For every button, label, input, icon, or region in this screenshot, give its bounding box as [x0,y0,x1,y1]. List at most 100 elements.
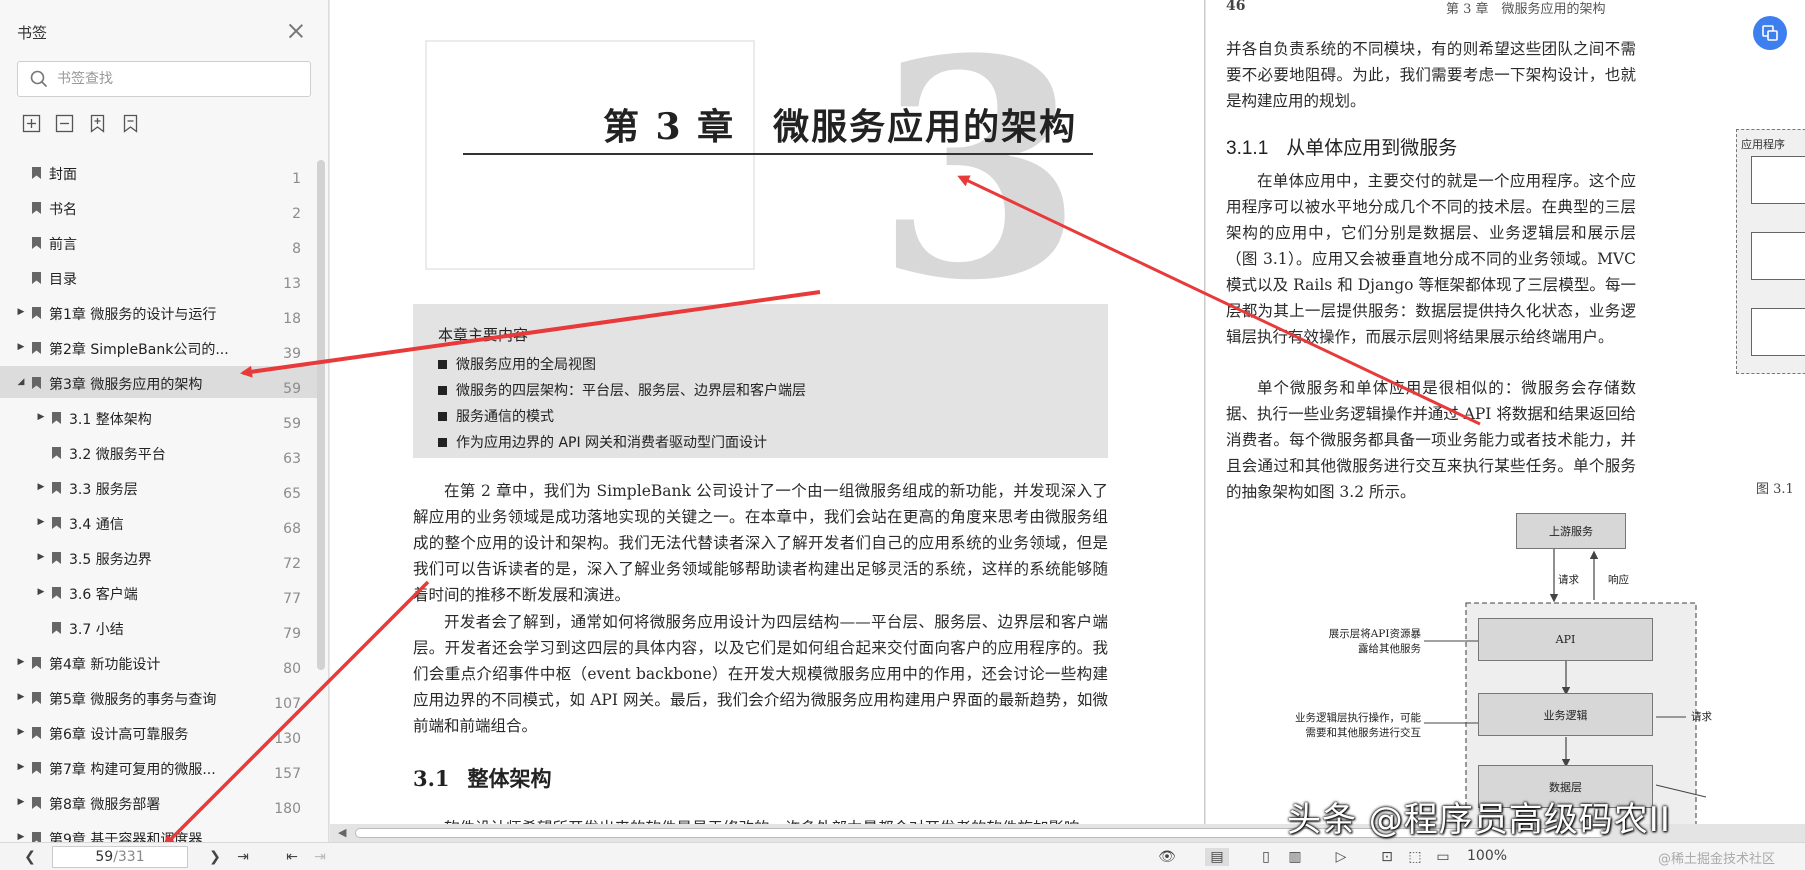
chapter-number-decoration: 3 [875,0,1084,346]
expand-arrow-icon[interactable]: ▶ [16,797,26,807]
scroll-left-icon[interactable]: ◀ [338,826,346,839]
expand-arrow-icon[interactable]: ▶ [16,307,26,317]
bookmark-label: 第6章 设计高可靠服务 [49,727,189,743]
expand-arrow-icon[interactable]: ▶ [36,412,46,422]
single-page-icon[interactable]: ▤ [1205,848,1229,866]
bookmark-label: 3.1 整体架构 [69,412,152,428]
back-icon[interactable]: ⇤ [282,848,302,866]
bookmark-item[interactable]: ▶ 第1章 微服务的设计与运行 18 [0,296,318,328]
delete-bookmark-icon[interactable] [121,114,140,133]
expand-arrow-icon[interactable]: ▶ [36,482,46,492]
bookmark-icon [32,202,41,214]
bookmark-page-number: 13 [283,276,301,292]
expand-arrow-icon[interactable]: ▶ [16,657,26,667]
bookmark-page-number: 68 [283,521,301,537]
bookmark-page-number: 180 [274,801,301,817]
page-number-input[interactable]: 59/331 [52,846,188,868]
eye-protect-icon[interactable]: 👁 [1155,848,1179,866]
bookmark-item[interactable]: 书名 2 [0,191,318,223]
sidebar-scrollbar[interactable] [317,160,325,670]
current-page[interactable]: 59 [95,849,113,865]
bookmark-page-number: 39 [283,346,301,362]
bookmark-search-input[interactable] [57,71,287,87]
add-bookmark-icon[interactable] [88,114,107,133]
bookmark-item[interactable]: ▶ 第2章 SimpleBank公司的... 39 [0,331,318,363]
play-icon[interactable]: ▷ [1330,848,1352,866]
bookmark-item[interactable]: ▶ 3.3 服务层 65 [0,471,318,503]
chapter-summary-box: 本章主要内容 微服务应用的全局视图 微服务的四层架构：平台层、服务层、边界层和客… [413,304,1108,458]
page-right: 46 第 3 章 微服务应用的架构 并各自负责系统的不同模块，有的则希望这些团队… [1206,0,1805,830]
summary-item: 作为应用边界的 API 网关和消费者驱动型门面设计 [438,432,767,452]
bookmark-item[interactable]: ▶ 第5章 微服务的事务与查询 107 [0,681,318,713]
bookmark-toolbar [22,114,140,133]
next-page-icon[interactable]: ❯ [205,848,225,866]
last-page-icon[interactable]: ⇥ [232,848,254,866]
body-paragraph: 单个微服务和单体应用是很相似的：微服务会存储数据、执行一些业务逻辑操作并通过 A… [1226,379,1636,501]
bookmark-item[interactable]: 3.2 微服务平台 63 [0,436,318,468]
bookmark-item[interactable]: ◢ 第3章 微服务应用的架构 59 [0,366,318,398]
body-paragraph: 并各自负责系统的不同模块，有的则希望这些团队之间不需要不必要地阻碍。为此，我们需… [1226,40,1636,110]
bookmark-page-number: 8 [292,241,301,257]
bookmark-item[interactable]: ▶ 第8章 微服务部署 180 [0,786,318,818]
expand-arrow-icon[interactable]: ▶ [16,727,26,737]
summary-item: 服务通信的模式 [438,406,554,426]
bookmark-search-box[interactable] [17,61,311,97]
bookmark-icon [32,377,41,389]
bookmark-item[interactable]: ▶ 3.6 客户端 77 [0,576,318,608]
chapter-title: 第 3 章 微服务应用的架构 [603,106,1078,148]
expand-arrow-icon[interactable]: ▶ [16,762,26,772]
pdf-reader-window: 书签 书签查找 封面 1 书名 2 前言 8 目录 13 ▶ 第1章 微服务的设… [0,0,1805,870]
collapse-all-icon[interactable] [55,114,74,133]
expand-arrow-icon[interactable]: ▶ [36,517,46,527]
bookmark-page-number: 79 [283,626,301,642]
watermark-small: @稀土掘金技术社区 [1658,852,1776,867]
bookmark-icon [32,762,41,774]
expand-arrow-icon[interactable]: ▶ [36,587,46,597]
prev-page-icon[interactable]: ❮ [20,848,40,866]
subsection-heading: 3.1.1 从单体应用到微服务 [1226,138,1458,159]
bookmark-icon [32,692,41,704]
bookmark-icon [52,517,61,529]
bookmark-item[interactable]: ▶ 第6章 设计高可靠服务 130 [0,716,318,748]
figure-3-1-app-box: 应用程序 [1736,129,1805,374]
bookmark-item[interactable]: ▶ 第4章 新功能设计 80 [0,646,318,678]
bookmark-item[interactable]: 3.7 小结 79 [0,611,318,643]
app-layer-box [1751,156,1805,204]
float-action-button[interactable] [1753,16,1787,50]
close-sidebar-icon[interactable] [287,22,305,40]
actual-size-icon[interactable]: ⊡ [1376,848,1398,866]
section-heading: 3.1 整体架构 [413,766,552,791]
bookmark-icon [52,587,61,599]
expand-arrow-icon[interactable]: ▶ [16,342,26,352]
bookmark-label: 第8章 微服务部署 [49,797,161,813]
expand-arrow-icon[interactable]: ▶ [16,692,26,702]
expand-arrow-icon[interactable]: ▶ [16,832,26,842]
fit-page-icon[interactable]: ⬚ [1404,848,1426,866]
expand-all-icon[interactable] [22,114,41,133]
bookmark-item[interactable]: ▶ 3.4 通信 68 [0,506,318,538]
running-header: 第 3 章 微服务应用的架构 [1446,2,1606,17]
bookmark-item[interactable]: 目录 13 [0,261,318,293]
expand-arrow-icon[interactable]: ▶ [36,552,46,562]
bookmark-item[interactable]: ▶ 3.5 服务边界 72 [0,541,318,573]
document-view[interactable]: 3 第 3 章 微服务应用的架构 本章主要内容 微服务应用的全局视图 微服务的四… [330,0,1805,842]
double-page-icon[interactable]: ▥ [1284,848,1306,866]
bleed-through-figure [425,40,755,270]
zoom-level[interactable]: 100% [1467,848,1507,864]
fit-width-icon[interactable]: ▭ [1432,848,1454,866]
body-paragraph: 在单体应用中，主要交付的就是一个应用程序。这个应用程序可以被水平地分成几个不同的… [1226,172,1636,346]
forward-icon[interactable]: ⇥ [310,848,330,866]
bookmark-item[interactable]: ▶ 3.1 整体架构 59 [0,401,318,433]
bookmark-item[interactable]: 封面 1 [0,156,318,188]
collapse-arrow-icon[interactable]: ◢ [16,377,26,387]
bookmark-item[interactable]: ▶ 第9章 基于容器和调度器 [0,821,318,842]
watermark: 头条 @程序员高级码农II [1287,800,1671,840]
bookmark-label: 3.7 小结 [69,622,124,638]
bookmark-page-number: 130 [274,731,301,747]
page-number: 46 [1226,0,1246,14]
bookmark-item[interactable]: 前言 8 [0,226,318,258]
bookmark-icon [32,237,41,249]
scroll-mode-icon[interactable]: ▯ [1255,848,1277,866]
bookmark-item[interactable]: ▶ 第7章 构建可复用的微服... 157 [0,751,318,783]
request-label: 请求 [1558,574,1579,586]
